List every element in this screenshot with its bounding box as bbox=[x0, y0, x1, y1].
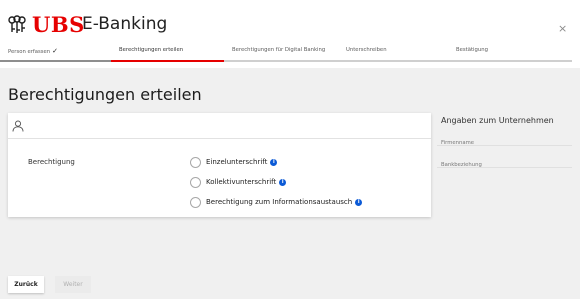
option-label: Berechtigung zum Informationsaustausch bbox=[206, 198, 353, 206]
info-icon[interactable]: i bbox=[355, 198, 363, 206]
step-label: Unterschreiben bbox=[346, 47, 387, 53]
progress-steps: Person erfassen ✓ Berechtigungen erteilen… bbox=[0, 47, 580, 67]
radio-einzelunterschrift[interactable] bbox=[190, 156, 201, 168]
field-label: Firmenname bbox=[441, 140, 475, 146]
step-berechtigungen-erteilen[interactable]: Berechtigungen erteilen bbox=[111, 47, 228, 67]
step-bar bbox=[450, 60, 572, 62]
info-icon[interactable]: i bbox=[279, 178, 287, 186]
option-label: Kollektivunterschrift bbox=[206, 178, 277, 186]
permission-card: Berechtigung Einzelunterschrift i Kollek… bbox=[8, 113, 431, 217]
step-berechtigungen-digital-banking[interactable]: Berechtigungen für Digital Banking bbox=[224, 47, 342, 67]
field-label: Bankbeziehung bbox=[441, 162, 482, 168]
check-icon: ✓ bbox=[52, 47, 59, 55]
step-bar bbox=[224, 60, 342, 62]
step-label: Bestätigung bbox=[456, 47, 488, 53]
user-icon bbox=[12, 120, 24, 132]
option-kollektivunterschrift[interactable]: Kollektivunterschrift i bbox=[190, 175, 287, 189]
ubs-logo: UBS bbox=[6, 12, 85, 37]
field-bankbeziehung: Bankbeziehung bbox=[437, 151, 572, 168]
radio-informationsaustausch[interactable] bbox=[190, 196, 201, 208]
step-bestaetigung[interactable]: Bestätigung bbox=[450, 47, 572, 67]
option-label: Einzelunterschrift bbox=[206, 158, 268, 166]
back-button[interactable]: Zurück bbox=[8, 276, 44, 293]
next-button: Weiter bbox=[55, 276, 91, 293]
step-label: Berechtigungen erteilen bbox=[119, 47, 184, 53]
radio-kollektivunterschrift[interactable] bbox=[190, 176, 201, 188]
step-bar-active bbox=[111, 60, 228, 62]
app-title: E-Banking bbox=[82, 14, 168, 34]
card-header bbox=[8, 113, 431, 139]
step-label: Person erfassen bbox=[8, 49, 51, 55]
close-icon[interactable]: × bbox=[558, 22, 567, 35]
ubs-keys-icon bbox=[8, 14, 26, 33]
company-info-title: Angaben zum Unternehmen bbox=[441, 116, 554, 125]
page-title: Berechtigungen erteilen bbox=[8, 85, 202, 104]
option-informationsaustausch[interactable]: Berechtigung zum Informationsaustausch i bbox=[190, 195, 363, 209]
option-einzelunterschrift[interactable]: Einzelunterschrift i bbox=[190, 155, 278, 169]
step-bar bbox=[338, 60, 454, 62]
brand-name: UBS bbox=[32, 12, 85, 37]
step-unterschreiben[interactable]: Unterschreiben bbox=[338, 47, 454, 67]
step-person-erfassen[interactable]: Person erfassen ✓ bbox=[0, 47, 113, 67]
step-label: Berechtigungen für Digital Banking bbox=[232, 47, 326, 53]
top-bar: UBS E-Banking × Person erfassen ✓ Berecht… bbox=[0, 0, 580, 68]
info-icon[interactable]: i bbox=[270, 158, 278, 166]
permission-field-label: Berechtigung bbox=[28, 158, 75, 166]
step-bar bbox=[0, 60, 113, 62]
field-firmenname: Firmenname bbox=[437, 129, 572, 146]
